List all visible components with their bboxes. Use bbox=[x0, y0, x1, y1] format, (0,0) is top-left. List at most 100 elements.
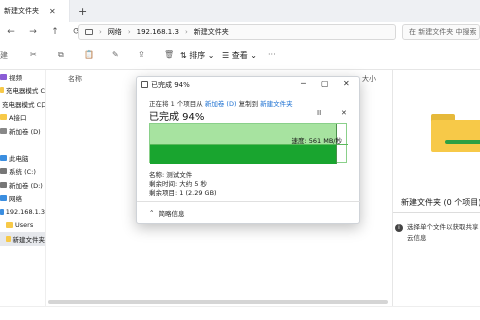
search-input[interactable]: 在 新建文件夹 中搜索 bbox=[402, 24, 480, 40]
close-icon[interactable]: ✕ bbox=[343, 79, 350, 88]
folder-icon bbox=[6, 235, 11, 242]
copy-progress-dialog: 已完成 94% ─ ▢ ✕ 正在将 1 个项目从 新加卷 (D) 复制到 新建文… bbox=[136, 76, 361, 224]
breadcrumb-network[interactable]: 网络 bbox=[108, 27, 122, 37]
sidebar-item-label: 新建文件夹 bbox=[12, 235, 46, 244]
items-remaining-row: 剩余项目: 1 (2.29 GB) bbox=[149, 189, 217, 197]
sidebar-item-label: 此电脑 bbox=[9, 154, 29, 163]
up-icon[interactable]: ↑ bbox=[48, 27, 62, 37]
sidebar-item-label: Users bbox=[15, 221, 34, 230]
column-header-size[interactable]: 大小 bbox=[362, 74, 376, 84]
sidebar-item-network[interactable]: 网络 bbox=[0, 192, 45, 206]
copy-description: 正在将 1 个项目从 新加卷 (D) 复制到 新建文件夹 bbox=[149, 98, 293, 108]
rename-icon[interactable]: ✎ bbox=[112, 50, 119, 59]
pause-button[interactable]: II bbox=[317, 109, 321, 117]
sidebar-item-label: 192.168.1.3 bbox=[5, 207, 45, 216]
computer-icon bbox=[0, 208, 4, 215]
breadcrumb-separator: › bbox=[184, 28, 188, 36]
details-info: 选择单个文件以获取共享云信息 bbox=[407, 223, 479, 242]
delete-icon[interactable]: 🗑 bbox=[164, 50, 174, 59]
folder-icon bbox=[0, 114, 7, 121]
drive-icon bbox=[0, 181, 7, 188]
sidebar-item-label: 充电器模式 C bbox=[5, 87, 45, 96]
status-bar bbox=[0, 306, 480, 320]
tab-new-folder[interactable]: 新建文件夹 ✕ bbox=[0, 0, 70, 22]
sidebar-item-drive-d2[interactable]: 新加卷 (D:) bbox=[0, 178, 45, 192]
paste-icon[interactable]: 📋 bbox=[84, 50, 94, 59]
sidebar-item-label: A接口 bbox=[9, 114, 27, 123]
sidebar-item-label: 系统 (C:) bbox=[9, 168, 36, 177]
folder-icon bbox=[431, 114, 480, 154]
tab-title: 新建文件夹 bbox=[4, 7, 39, 15]
command-bar: 建 ✂ ⧉ 📋 ✎ ⇪ 🗑 ⇅ 排序 ⌄ ☰ 查看 ⌄ ··· bbox=[0, 44, 480, 70]
minimize-icon[interactable]: ─ bbox=[301, 79, 306, 88]
forward-icon[interactable]: → bbox=[26, 27, 40, 37]
sidebar-item-label: 新加卷 (D) bbox=[9, 127, 41, 136]
progress-fill-dark bbox=[150, 144, 337, 164]
view-button[interactable]: ☰ 查看 ⌄ bbox=[222, 50, 257, 61]
sidebar-item-this-pc[interactable]: 此电脑 bbox=[0, 151, 45, 165]
divider bbox=[393, 212, 480, 213]
video-icon bbox=[0, 73, 7, 80]
destination-link[interactable]: 新建文件夹 bbox=[260, 100, 293, 108]
cut-icon[interactable]: ✂ bbox=[30, 50, 37, 59]
source-link[interactable]: 新加卷 (D) bbox=[205, 100, 237, 108]
sidebar-item-a-port[interactable]: A接口 bbox=[0, 111, 45, 125]
drive-icon bbox=[0, 127, 7, 134]
share-icon[interactable]: ⇪ bbox=[138, 50, 145, 59]
folder-icon bbox=[6, 222, 13, 229]
sidebar-item-video[interactable]: 视频 bbox=[0, 70, 45, 84]
sort-button[interactable]: ⇅ 排序 ⌄ bbox=[180, 50, 215, 61]
sidebar-item-label: 新加卷 (D:) bbox=[9, 181, 43, 190]
desc-text: 正在将 1 个项目从 bbox=[149, 100, 205, 108]
fewer-details-label: 简略信息 bbox=[158, 210, 185, 218]
sidebar-item-charger-c-port[interactable]: 充电器模式 C口 bbox=[0, 97, 45, 111]
fewer-details-button[interactable]: ⌃ 简略信息 bbox=[149, 208, 184, 218]
sidebar-item-charger-c[interactable]: 充电器模式 C bbox=[0, 84, 45, 98]
sidebar-item-new-folder[interactable]: 新建文件夹 bbox=[0, 232, 45, 246]
view-label: 查看 bbox=[231, 51, 248, 60]
details-pane: 新建文件夹 (0 个项目) i 选择单个文件以获取共享云信息 bbox=[392, 70, 480, 306]
speed-label: 速度: 561 MB/秒 bbox=[291, 137, 343, 145]
navigation-pane: 视频 充电器模式 C 充电器模式 C口 A接口 新加卷 (D) 此电脑 系统 (… bbox=[0, 70, 46, 306]
horizontal-scrollbar[interactable] bbox=[48, 300, 388, 304]
sidebar-item-label: 网络 bbox=[9, 195, 22, 204]
details-title: 新建文件夹 (0 个项目) bbox=[401, 198, 480, 207]
info-icon: i bbox=[395, 224, 403, 232]
cancel-button[interactable]: ✕ bbox=[341, 109, 347, 117]
pc-icon bbox=[0, 154, 7, 161]
network-icon bbox=[0, 195, 7, 202]
drive-icon bbox=[0, 168, 7, 175]
sidebar-item-label: 充电器模式 C口 bbox=[2, 100, 46, 109]
desc-text: 复制到 bbox=[236, 100, 261, 108]
more-button[interactable]: ··· bbox=[268, 50, 276, 59]
breadcrumb-host[interactable]: 192.168.1.3 bbox=[137, 28, 179, 36]
breadcrumb-separator: › bbox=[127, 28, 131, 36]
sidebar-item-drive-d[interactable]: 新加卷 (D) bbox=[0, 124, 45, 138]
transfer-graph: 速度: 561 MB/秒 bbox=[149, 123, 348, 164]
sidebar-item-label: 视频 bbox=[9, 73, 22, 82]
address-bar[interactable]: › 网络 › 192.168.1.3 › 新建文件夹 bbox=[78, 24, 396, 40]
breadcrumb-folder[interactable]: 新建文件夹 bbox=[194, 27, 229, 37]
dialog-title: 已完成 94% bbox=[151, 81, 190, 89]
sidebar-item-users[interactable]: Users bbox=[0, 219, 45, 233]
sidebar-item-system-c[interactable]: 系统 (C:) bbox=[0, 165, 45, 179]
folder-icon bbox=[0, 87, 4, 94]
nav-bar: ← → ↑ ⟳ › 网络 › 192.168.1.3 › 新建文件夹 在 新建文… bbox=[0, 22, 480, 42]
sort-label: 排序 bbox=[189, 51, 206, 60]
divider bbox=[137, 201, 361, 202]
chevron-up-icon: ⌃ bbox=[149, 209, 155, 217]
copy-icon[interactable]: ⧉ bbox=[58, 50, 64, 60]
new-tab-icon[interactable]: + bbox=[78, 5, 87, 18]
back-icon[interactable]: ← bbox=[4, 27, 18, 37]
column-header-name[interactable]: 名称 bbox=[68, 74, 82, 84]
new-button[interactable]: 建 bbox=[0, 50, 8, 61]
maximize-icon[interactable]: ▢ bbox=[321, 79, 329, 88]
sidebar-item-host[interactable]: 192.168.1.3 bbox=[0, 205, 45, 219]
copy-app-icon bbox=[141, 81, 148, 88]
breadcrumb-separator: › bbox=[99, 28, 102, 36]
progress-heading: 已完成 94% bbox=[149, 112, 205, 123]
close-icon[interactable]: ✕ bbox=[49, 7, 56, 16]
tab-bar: 新建文件夹 ✕ + bbox=[0, 0, 480, 22]
pc-icon bbox=[85, 29, 93, 35]
